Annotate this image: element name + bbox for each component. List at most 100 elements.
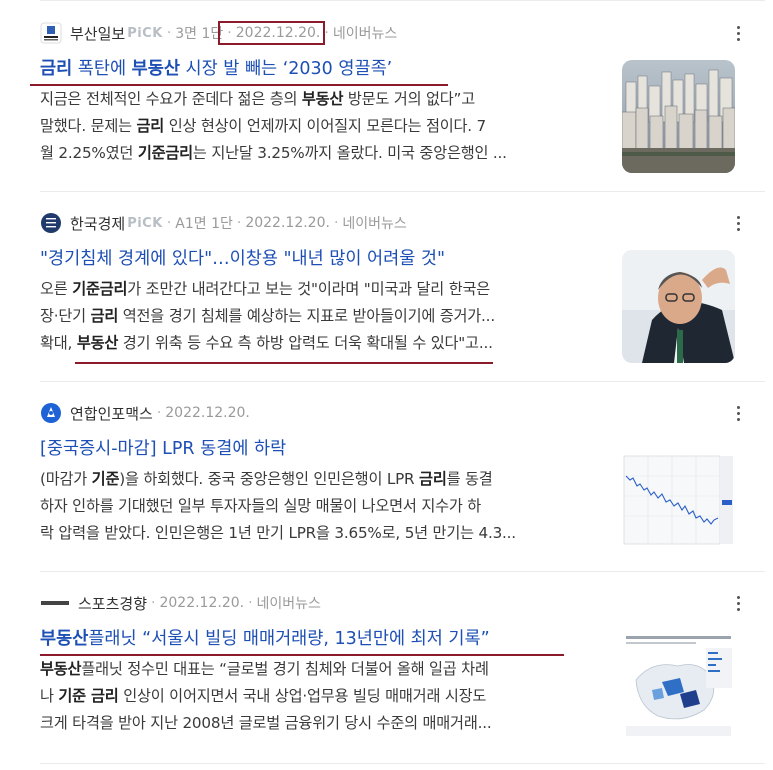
- press-logo-icon[interactable]: [40, 402, 62, 424]
- article-date: 2022.12.20.: [165, 405, 250, 421]
- article-snippet: 오른 기준금리가 조만간 내려간다고 보는 것"이라며 "미국과 달리 한국은 장…: [40, 276, 605, 357]
- article-thumbnail[interactable]: [622, 440, 735, 553]
- keyword-highlight: 부동산: [76, 334, 119, 352]
- keyword-highlight: 금리: [90, 307, 119, 325]
- article-thumbnail[interactable]: [622, 250, 735, 363]
- press-name[interactable]: 연합인포맥스: [70, 403, 153, 424]
- meta-dot: ·: [324, 25, 329, 41]
- article-date: 2022.12.20.: [159, 595, 245, 611]
- title-text: 폭탄에: [72, 59, 132, 79]
- naver-news-link[interactable]: 네이버뉴스: [342, 213, 406, 233]
- snippet-text: 경기 위축 등 수요 측 하방 압력도 더욱 확대될 수 있다"고...: [118, 334, 493, 352]
- snippet-text: 인상이 이어지면서 국내 상업·업무용 빌딩 매매거래 시장도: [118, 687, 487, 705]
- meta-dot: ·: [236, 215, 242, 231]
- snippet-text: 말했다. 문제는: [40, 117, 137, 135]
- snippet-line: 하자 인하를 기대했던 일부 투자자들의 실망 매물이 나오면서 지수가 하: [40, 493, 605, 520]
- article-meta: 스포츠경향 · 2022.12.20. · 네이버뉴스: [40, 590, 321, 616]
- article-section: A1면 1단: [175, 216, 233, 232]
- article-thumbnail[interactable]: [622, 630, 735, 743]
- more-options-icon[interactable]: [733, 402, 743, 424]
- meta-dot: ·: [333, 215, 339, 231]
- article-meta: 연합인포맥스 · 2022.12.20.: [40, 400, 250, 426]
- article-title[interactable]: 금리 폭탄에 부동산 시장 발 빼는 ‘2030 영끌족’: [40, 56, 392, 82]
- divider: [40, 381, 765, 382]
- meta-dot: ·: [156, 405, 162, 421]
- snippet-text: 는 지난달 3.25%까지 올랐다. 미국 중앙은행인 ...: [192, 144, 507, 162]
- snippet-text: 플래닛 정수민 대표는 “글로벌 경기 침체와 더불어 올해 일곱 차례: [81, 660, 489, 678]
- keyword-highlight: 부동산: [40, 629, 89, 649]
- naver-news-link[interactable]: 네이버뉴스: [257, 593, 321, 613]
- snippet-line: 락 압력을 받았다. 인민은행은 1년 만기 LPR을 3.65%로, 5년 만…: [40, 520, 605, 547]
- more-options-icon[interactable]: [733, 22, 743, 44]
- naver-news-link[interactable]: 네이버뉴스: [333, 23, 397, 43]
- snippet-text: 오른: [40, 280, 73, 298]
- snippet-text: 하자 인하를 기대했던 일부 투자자들의 실망 매물이 나오면서 지수가 하: [40, 497, 482, 515]
- snippet-line: 장·단기 금리 역전을 경기 침체를 예상하는 지표로 받아들이기에 증거가..…: [40, 303, 605, 330]
- article-title[interactable]: "경기침체 경계에 있다"…이창용 "내년 많이 어려울 것": [40, 246, 445, 272]
- keyword-highlight: 기준 금리: [58, 687, 119, 705]
- snippet-text: (마감가: [40, 470, 92, 488]
- article-meta: 한국경제 PiCK · A1면 1단 · 2022.12.20. · 네이버뉴스: [40, 210, 407, 236]
- pick-badge: PiCK: [127, 25, 163, 41]
- snippet-line: (마감가 기준)을 하회했다. 중국 중앙은행인 인민은행이 LPR 금리를 동…: [40, 466, 605, 493]
- snippet-line: 나 기준 금리 인상이 이어지면서 국내 상업·업무용 빌딩 매매거래 시장도: [40, 683, 605, 710]
- title-text: 시장 발 빼는 ‘2030 영끌족’: [179, 59, 393, 79]
- snippet-text: 역전을 경기 침체를 예상하는 지표로 받아들이기에 증거가...: [118, 307, 495, 325]
- article-snippet: 지금은 전체적인 수요가 준데다 젊은 층의 부동산 방문도 거의 없다”고 말했…: [40, 86, 605, 167]
- article-snippet: 부동산플래닛 정수민 대표는 “글로벌 경기 침체와 더불어 올해 일곱 차례 나…: [40, 656, 605, 737]
- article-date: 2022.12.20.: [235, 25, 321, 41]
- snippet-text: 방문도 거의 없다”고: [343, 90, 475, 108]
- snippet-text: 락 압력을 받았다. 인민은행은 1년 만기 LPR을 3.65%로, 5년 만…: [40, 524, 516, 542]
- meta-dot: ·: [227, 25, 232, 41]
- article-meta: 부산일보 PiCK · 3면 1단 · 2022.12.20. · 네이버뉴스: [40, 20, 397, 46]
- press-name[interactable]: 스포츠경향: [78, 593, 147, 614]
- article-date: 2022.12.20.: [245, 215, 330, 231]
- article-thumbnail[interactable]: [622, 60, 735, 173]
- snippet-text: 가 조만간 내려간다고 보는 것"이라며 "미국과 달리 한국은: [127, 280, 491, 298]
- more-options-icon[interactable]: [733, 592, 743, 614]
- snippet-line: 월 2.25%였던 기준금리는 지난달 3.25%까지 올랐다. 미국 중앙은행…: [40, 140, 605, 167]
- title-text: 플래닛 “서울시 빌딩 매매거래량, 13년만에 최저 기록”: [88, 629, 490, 649]
- snippet-text: 인상 현상이 언제까지 이어질지 모른다는 점이다. 7: [164, 117, 487, 135]
- article-title[interactable]: [중국증시-마감] LPR 동결에 하락: [40, 436, 286, 462]
- snippet-line: 말했다. 문제는 금리 인상 현상이 언제까지 이어질지 모른다는 점이다. 7: [40, 113, 605, 140]
- article-section: 3면 1단: [175, 26, 224, 42]
- snippet-text: 를 동결: [446, 470, 493, 488]
- divider: [40, 191, 765, 192]
- date-highlight-box: · 2022.12.20.: [218, 21, 326, 45]
- pick-badge: PiCK: [127, 215, 163, 231]
- keyword-highlight: 부동산: [131, 59, 180, 79]
- keyword-highlight: 부동산: [301, 90, 344, 108]
- title-text: "경기침체 경계에 있다"…이창용 "내년 많이 어려울 것": [40, 249, 446, 269]
- press-name[interactable]: 부산일보: [70, 23, 125, 44]
- meta-dot: ·: [248, 595, 253, 611]
- snippet-text: 월 2.25%였던: [40, 144, 138, 162]
- meta-dot: ·: [166, 215, 172, 231]
- snippet-line: 지금은 전체적인 수요가 준데다 젊은 층의 부동산 방문도 거의 없다”고: [40, 86, 605, 113]
- more-options-icon[interactable]: [733, 212, 743, 234]
- snippet-line: 부동산플래닛 정수민 대표는 “글로벌 경기 침체와 더불어 올해 일곱 차례: [40, 656, 605, 683]
- article-title[interactable]: 부동산플래닛 “서울시 빌딩 매매거래량, 13년만에 최저 기록”: [40, 626, 490, 652]
- keyword-highlight: 금리: [419, 470, 447, 488]
- divider: [40, 571, 765, 572]
- top-divider: [40, 0, 765, 1]
- snippet-line: 확대, 부동산 경기 위축 등 수요 측 하방 압력도 더욱 확대될 수 있다"…: [40, 330, 605, 357]
- title-text: [중국증시-마감] LPR 동결에 하락: [40, 439, 287, 459]
- snippet-text: 나: [40, 687, 59, 705]
- press-logo-icon[interactable]: [40, 212, 62, 234]
- keyword-highlight: 기준: [91, 470, 120, 488]
- keyword-highlight: 금리: [136, 117, 165, 135]
- snippet-line: 오른 기준금리가 조만간 내려간다고 보는 것"이라며 "미국과 달리 한국은: [40, 276, 605, 303]
- snippet-text: 확대,: [40, 334, 77, 352]
- snippet-line: 크게 타격을 받아 지난 2008년 글로벌 금융위기 당시 수준의 매매거래.…: [40, 710, 605, 737]
- press-logo-icon[interactable]: [40, 592, 70, 614]
- snippet-text: 장·단기: [40, 307, 91, 325]
- press-logo-icon[interactable]: [40, 22, 62, 44]
- press-name[interactable]: 한국경제: [70, 213, 125, 234]
- keyword-highlight: 기준금리: [137, 144, 193, 162]
- keyword-highlight: 기준금리: [72, 280, 128, 298]
- snippet-underline: [75, 362, 493, 364]
- snippet-text: )을 하회했다. 중국 중앙은행인 인민은행이 LPR: [119, 470, 420, 488]
- keyword-highlight: 금리: [40, 59, 73, 79]
- snippet-text: 지금은 전체적인 수요가 준데다 젊은 층의: [40, 90, 302, 108]
